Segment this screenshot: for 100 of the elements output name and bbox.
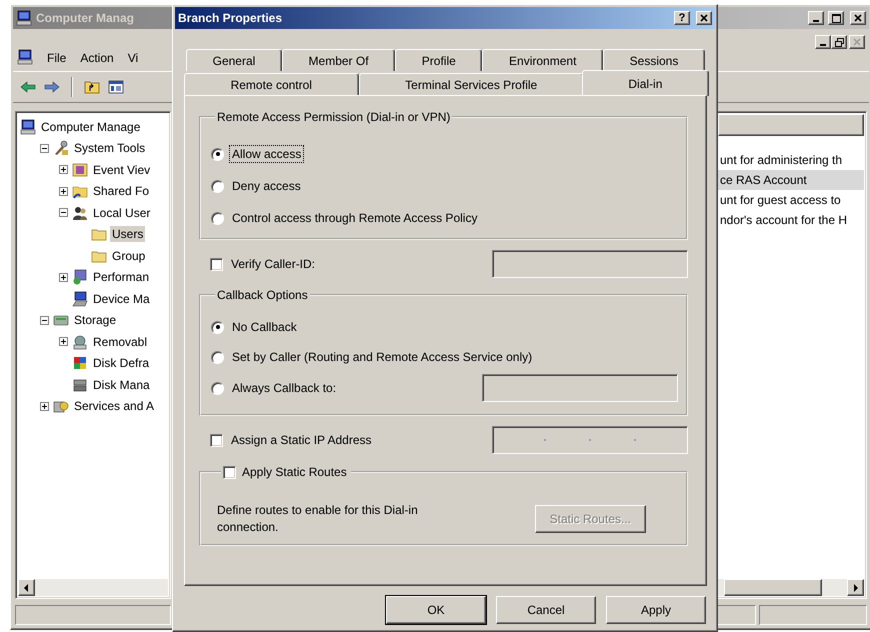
list-row[interactable]: unt for guest access to [718,190,864,210]
scroll-right-button[interactable] [847,579,864,596]
tab[interactable]: Environment [482,49,604,71]
minimize-button[interactable] [808,11,824,25]
disc-drive-icon [72,334,88,350]
option-label: Apply Static Routes [241,464,348,480]
minimize-button[interactable] [815,35,831,49]
expand-toggle[interactable] [59,337,68,346]
tab[interactable]: Member Of [282,49,396,71]
tree-item[interactable]: Users [110,226,146,242]
tree-item[interactable]: Computer Manage [39,118,142,135]
tab[interactable]: Sessions [603,49,705,71]
window-title: Computer Manag [36,11,134,25]
tree-item[interactable]: Disk Mana [91,376,152,393]
left-arrow-icon [24,584,29,592]
collapse-toggle[interactable] [59,208,68,218]
event-log-icon [72,162,88,178]
plus-icon [60,188,67,195]
option-label: Always Callback to: [231,380,338,396]
list-row[interactable]: unt for administering th [718,150,864,170]
checkbox[interactable] [210,258,223,270]
expand-toggle[interactable] [59,272,68,282]
scroll-left-button[interactable] [18,579,35,596]
close-icon [854,14,862,22]
maximize-button[interactable] [828,11,844,25]
close-button[interactable] [849,35,865,49]
disk-icon [72,376,88,393]
restore-icon [834,38,844,46]
list-row[interactable]: ce RAS Account [718,170,864,190]
tab[interactable]: General [186,49,282,71]
dialog-title: Branch Properties [178,11,282,25]
tree-item[interactable]: System Tools [72,140,148,156]
option-label: Verify Caller-ID: [230,256,316,272]
plus-icon [60,338,67,346]
dialog-button[interactable]: Apply [606,596,706,624]
list-row[interactable]: ndor's account for the H [718,210,864,230]
plus-icon [60,274,67,281]
plus-icon [41,402,48,410]
restore-button[interactable] [831,35,847,49]
defrag-icon [72,355,88,372]
group-title: Remote Access Permission (Dial-in or VPN) [216,110,452,124]
option-label: No Callback [231,319,298,335]
column-header[interactable] [718,114,864,136]
tab[interactable]: Profile [395,49,482,71]
close-icon [700,14,708,22]
maximize-icon [832,14,840,22]
option-label: Assign a Static IP Address [230,432,373,448]
collapse-toggle[interactable] [40,316,49,325]
radio-button[interactable] [211,320,224,334]
option-label: Set by Caller (Routing and Remote Access Service only) [231,349,534,365]
tree-item[interactable]: Disk Defra [91,355,152,372]
close-button[interactable] [696,11,712,25]
tree-pane-icon [107,79,125,95]
expand-toggle[interactable] [40,402,49,411]
folder-up-icon [83,79,101,95]
close-button[interactable] [850,11,866,25]
performance-icon [72,269,88,286]
dialog-button[interactable]: OK [386,596,486,624]
radio-button[interactable] [211,212,224,224]
tree-item[interactable]: Services and A [72,398,156,414]
menu-item[interactable]: File [47,51,66,65]
radio-button[interactable] [211,180,224,192]
radio-button[interactable] [211,350,224,364]
group-title: Callback Options [216,288,309,302]
tab[interactable]: Remote control [184,73,359,95]
dialog-button[interactable]: Cancel [496,596,596,624]
right-arrow-icon [853,584,858,592]
forward-arrow-icon [43,79,61,95]
expand-toggle[interactable] [59,186,68,196]
radio-button[interactable] [211,382,224,394]
device-icon [72,290,88,307]
expand-toggle[interactable] [59,165,68,174]
tools-icon [53,140,69,156]
description-text: Define routes to enable for this Dial-in connection. [217,502,419,536]
tree-item[interactable]: Event Viev [91,162,152,178]
tree-item[interactable]: Removabl [91,334,150,350]
menu-item[interactable]: Action [80,51,114,65]
option-label: Deny access [231,178,302,194]
menu-item[interactable]: Vi [128,51,138,65]
computer-icon [20,118,36,135]
back-arrow-icon [19,79,37,95]
scroll-thumb[interactable] [724,579,822,596]
tab[interactable]: Terminal Services Profile [358,73,584,95]
tab[interactable]: Dial-in [582,70,709,96]
collapse-toggle[interactable] [40,144,49,153]
checkbox[interactable] [210,434,223,446]
close-icon [853,38,861,46]
checkbox[interactable] [223,466,236,478]
help-button[interactable]: ? [674,11,690,25]
option-label: Control access through Remote Access Policy [231,210,478,226]
tree-item[interactable]: Storage [72,312,118,328]
users-icon [72,204,88,221]
tree-item[interactable]: Device Ma [91,290,152,307]
option-label: Allow access [230,146,304,162]
radio-button[interactable] [211,148,224,160]
plus-icon [60,166,67,174]
tree-item[interactable]: Performan [91,269,152,286]
tree-item[interactable]: Group [110,248,148,264]
tree-item[interactable]: Local User [91,204,152,221]
tree-item[interactable]: Shared Fo [91,183,152,200]
